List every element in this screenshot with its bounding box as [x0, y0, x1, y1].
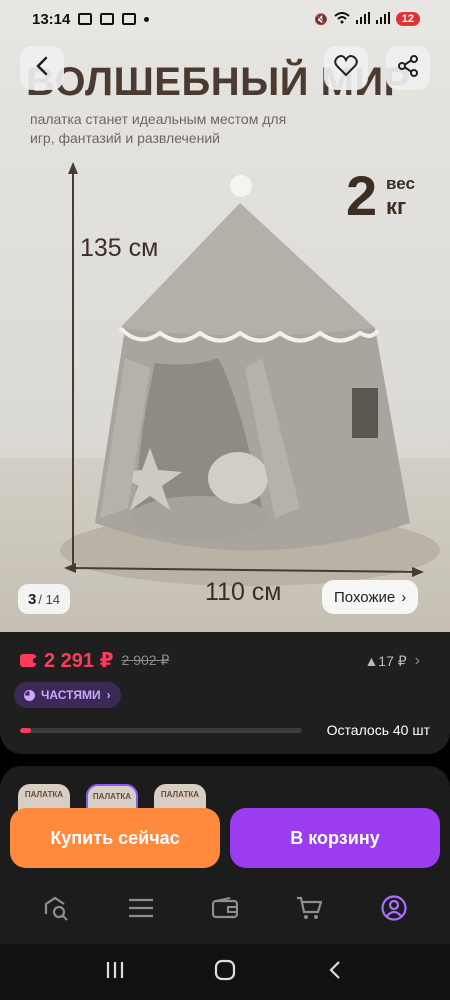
similar-products-button[interactable]: Похожие › [322, 580, 419, 614]
heart-icon [334, 54, 358, 82]
wallet-price-icon [20, 654, 39, 667]
stock-progress-fill [20, 728, 32, 733]
height-dimension-label: 135 см [80, 234, 159, 262]
page-current: 3 [28, 590, 37, 608]
recent-apps-icon [105, 961, 125, 984]
battery-indicator: 12 [395, 12, 420, 26]
nav-profile[interactable] [374, 890, 414, 930]
stock-remaining: Осталось 40 шт [326, 722, 430, 738]
wallet-icon [211, 896, 239, 924]
price-panel: 2 291 ₽ 2 902 ₽ ▲17 ₽ › ЧАСТЯМИ › Остало… [0, 632, 450, 754]
bonus-points-link[interactable]: ▲17 ₽ › [364, 652, 420, 670]
recent-apps-button[interactable] [95, 952, 135, 992]
signal-icon [355, 11, 370, 27]
app-notification-icon [100, 13, 115, 25]
buy-now-button[interactable]: Купить сейчас [10, 808, 220, 868]
installments-badge[interactable]: ЧАСТЯМИ › [14, 682, 121, 708]
share-icon [397, 54, 419, 82]
search-icon [42, 894, 70, 927]
installments-label: ЧАСТЯМИ [41, 688, 101, 702]
variant-label: ПАЛАТКА [92, 792, 132, 801]
chevron-right-icon: › [414, 652, 420, 669]
variant-label: ПАЛАТКА [160, 790, 200, 799]
current-price: 2 291 ₽ [44, 650, 114, 672]
share-button[interactable] [386, 46, 430, 90]
nav-catalog[interactable] [121, 890, 161, 930]
stock-progress-bar [20, 728, 302, 733]
product-image-gallery[interactable]: ВОЛШЕБНЫЙ МИР палатка станет идеальным м… [0, 38, 450, 632]
profile-icon [381, 894, 407, 926]
bonus-points: ▲17 ₽ [364, 652, 407, 669]
menu-icon [128, 897, 154, 924]
hero-subtitle: палатка станет идеальным местом для игр,… [30, 111, 287, 146]
chevron-left-icon [329, 960, 341, 985]
home-button[interactable] [205, 952, 245, 992]
weight-label-top: вес [386, 174, 415, 193]
home-icon [214, 959, 236, 986]
width-dimension-label: 110 см [205, 578, 282, 606]
add-to-cart-button[interactable]: В корзину [230, 808, 440, 868]
nav-search[interactable] [36, 890, 76, 930]
chevron-right-icon: › [106, 688, 111, 702]
favorite-button[interactable] [324, 46, 368, 90]
cart-icon [296, 896, 323, 925]
back-button[interactable] [20, 46, 64, 90]
status-time: 13:14 [32, 10, 71, 28]
nav-cart[interactable] [289, 890, 329, 930]
status-bar: 13:14 🔇 12 [0, 0, 450, 38]
weight-label-bottom: кг [386, 194, 407, 219]
chevron-left-icon [36, 56, 48, 81]
wifi-icon [334, 11, 350, 27]
chevron-right-icon: › [401, 588, 407, 606]
similar-label: Похожие [334, 588, 396, 606]
old-price: 2 902 ₽ [121, 652, 170, 668]
nav-wallet[interactable] [205, 890, 245, 930]
weight-number: 2 [346, 164, 378, 227]
screenshot-icon [78, 13, 93, 25]
system-back-button[interactable] [315, 952, 355, 992]
notification-dot-icon [144, 16, 150, 22]
alert-icon [122, 13, 137, 25]
pie-chart-icon [24, 689, 35, 701]
variant-label: ПАЛАТКА [24, 790, 64, 799]
page-total: / 14 [38, 591, 61, 607]
image-page-counter: 3 / 14 [18, 584, 71, 614]
bottom-navigation [0, 876, 450, 944]
signal-icon-2 [375, 11, 390, 27]
system-navigation [0, 944, 450, 1000]
mute-icon: 🔇 [314, 13, 328, 26]
